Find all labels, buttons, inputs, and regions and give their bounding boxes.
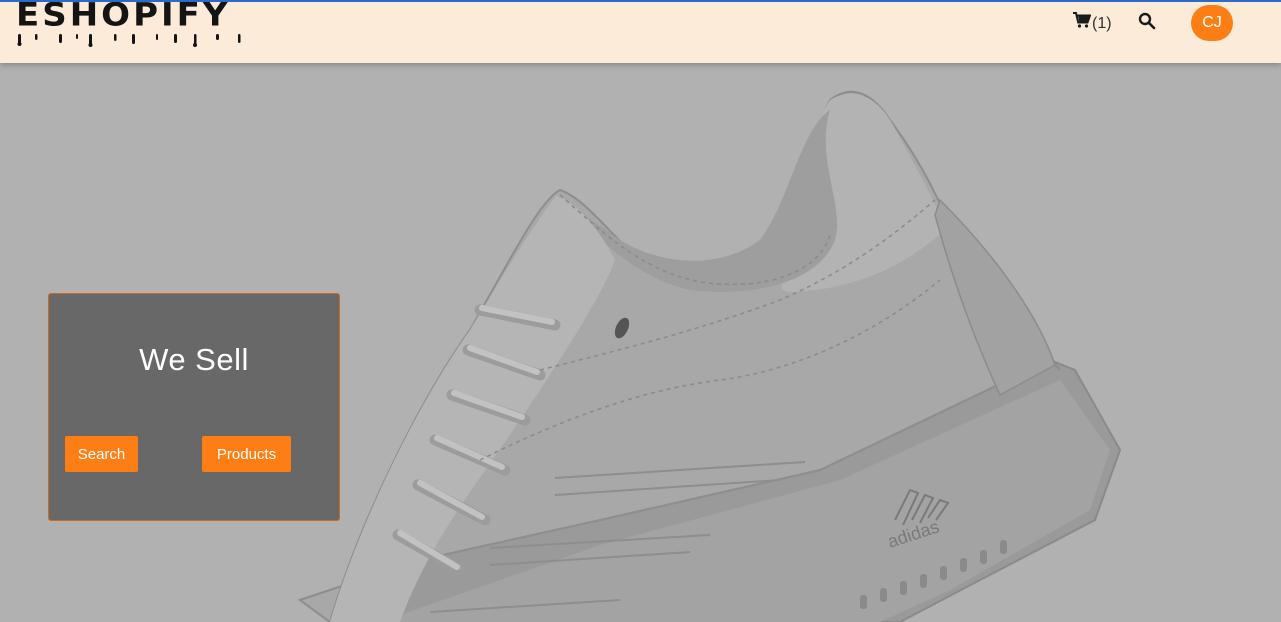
cart-icon bbox=[1073, 11, 1092, 33]
top-accent-line bbox=[0, 0, 1281, 2]
cart-link[interactable]: (1) bbox=[1073, 10, 1112, 34]
navbar: ESHOPIFY (1) CJ bbox=[0, 0, 1281, 63]
search-icon bbox=[1138, 12, 1156, 34]
promo-card: We Sell Search Products bbox=[48, 293, 340, 521]
products-button[interactable]: Products bbox=[202, 436, 291, 472]
promo-title: We Sell bbox=[139, 342, 249, 377]
cart-count: (1) bbox=[1092, 14, 1112, 32]
hero-banner: adidas We Sell Search Products bbox=[0, 63, 1281, 622]
header-search-button[interactable] bbox=[1138, 12, 1156, 30]
user-avatar[interactable]: CJ bbox=[1191, 5, 1233, 41]
brand-logo[interactable]: ESHOPIFY bbox=[16, 0, 266, 48]
search-button[interactable]: Search bbox=[65, 436, 138, 472]
logo-drips bbox=[17, 34, 241, 47]
